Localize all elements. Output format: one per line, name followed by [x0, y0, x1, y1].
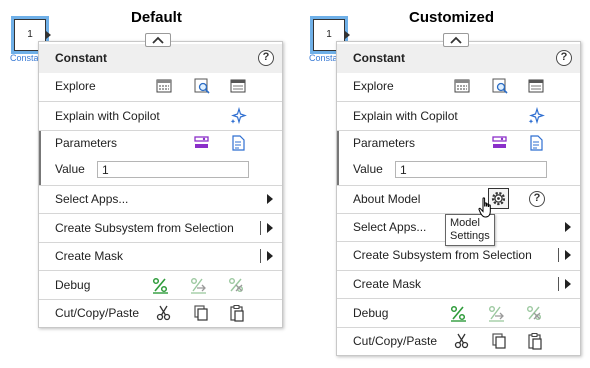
value-label: Value: [353, 162, 383, 176]
create-mask-label: Create Mask: [353, 277, 422, 291]
tooltip-line-2: Settings: [450, 230, 490, 242]
collapse-chevron-up-icon: [152, 36, 164, 44]
cut-copy-paste-row: Cut/Copy/Paste: [337, 327, 580, 356]
copilot-sparkle-icon[interactable]: [527, 107, 545, 125]
block-output-port: [345, 31, 350, 39]
help-icon[interactable]: ?: [529, 191, 545, 207]
copilot-sparkle-icon[interactable]: [229, 107, 247, 125]
block-explorer-icon[interactable]: [453, 77, 471, 95]
about-model-row: About Model ?: [337, 185, 580, 214]
explore-label: Explore: [353, 79, 394, 93]
collapse-button[interactable]: [443, 33, 469, 47]
explain-copilot-row[interactable]: Explain with Copilot: [39, 102, 282, 131]
scissors-icon[interactable]: [453, 332, 471, 350]
debug-row: Debug: [39, 271, 282, 300]
create-subsystem-label: Create Subsystem from Selection: [353, 248, 532, 262]
submenu-arrow-icon: [565, 222, 571, 232]
submenu-arrow-icon: [267, 194, 273, 204]
zoom-icon[interactable]: [193, 77, 211, 95]
block-explorer-icon[interactable]: [155, 77, 173, 95]
parameters-label: Parameters: [55, 136, 118, 150]
debug-label: Debug: [55, 278, 91, 292]
split-divider: [260, 221, 261, 235]
cut-copy-paste-label: Cut/Copy/Paste: [55, 306, 140, 320]
zoom-icon[interactable]: [491, 77, 509, 95]
debug-clear-icon[interactable]: [525, 304, 543, 322]
create-mask-row[interactable]: Create Mask: [337, 270, 580, 299]
debug-clear-icon[interactable]: [227, 276, 245, 294]
parameters-row: Parameters: [337, 129, 580, 158]
select-apps-label: Select Apps...: [55, 192, 129, 206]
block-value: 1: [27, 29, 33, 40]
document-icon[interactable]: [229, 134, 247, 152]
debug-step-icon[interactable]: [487, 304, 505, 322]
menu-title: Constant: [353, 51, 405, 65]
block-output-port: [46, 31, 51, 39]
submenu-arrow-icon[interactable]: [565, 250, 571, 260]
split-divider: [558, 248, 559, 262]
hand-cursor-icon: [478, 197, 494, 219]
customized-context-menu: Constant ? Explore Explain with Copilot …: [336, 41, 581, 356]
cut-copy-paste-label: Cut/Copy/Paste: [353, 334, 438, 348]
parameters-icon[interactable]: [193, 134, 211, 152]
default-heading: Default: [131, 9, 182, 26]
submenu-arrow-icon[interactable]: [565, 279, 571, 289]
scissors-icon[interactable]: [155, 304, 173, 322]
parameters-label: Parameters: [353, 136, 416, 150]
help-icon[interactable]: ?: [258, 50, 274, 66]
split-divider: [558, 277, 559, 291]
submenu-arrow-icon[interactable]: [267, 251, 273, 261]
menu-header: Constant ?: [39, 44, 282, 73]
value-row: Value 1: [39, 155, 282, 184]
menu-title: Constant: [55, 51, 107, 65]
explore-row: Explore: [337, 72, 580, 101]
explain-copilot-label: Explain with Copilot: [353, 109, 458, 123]
document-icon[interactable]: [527, 134, 545, 152]
value-field[interactable]: 1: [395, 161, 547, 178]
explain-copilot-row[interactable]: Explain with Copilot: [337, 102, 580, 131]
default-context-menu: Constant ? Explore Explain with Copilot …: [38, 41, 283, 328]
parameters-icon[interactable]: [491, 134, 509, 152]
copy-icon[interactable]: [490, 332, 508, 350]
split-divider: [260, 249, 261, 263]
submenu-arrow-icon[interactable]: [267, 223, 273, 233]
debug-percent-icon[interactable]: [449, 304, 467, 322]
value-row: Value 1: [337, 155, 580, 184]
debug-percent-icon[interactable]: [151, 276, 169, 294]
create-mask-label: Create Mask: [55, 249, 124, 263]
paste-icon[interactable]: [526, 332, 544, 350]
collapse-button[interactable]: [145, 33, 171, 47]
help-icon[interactable]: ?: [556, 50, 572, 66]
value-field[interactable]: 1: [97, 161, 249, 178]
debug-step-icon[interactable]: [189, 276, 207, 294]
model-browser-icon[interactable]: [229, 77, 247, 95]
copy-icon[interactable]: [192, 304, 210, 322]
create-subsystem-row[interactable]: Create Subsystem from Selection: [39, 214, 282, 243]
explore-label: Explore: [55, 79, 96, 93]
customized-heading: Customized: [409, 9, 495, 26]
menu-header: Constant ?: [337, 44, 580, 73]
block-value: 1: [326, 29, 332, 40]
about-model-label: About Model: [353, 192, 421, 206]
explain-copilot-label: Explain with Copilot: [55, 109, 160, 123]
create-mask-row[interactable]: Create Mask: [39, 242, 282, 271]
create-subsystem-label: Create Subsystem from Selection: [55, 221, 234, 235]
value-label: Value: [55, 162, 85, 176]
debug-label: Debug: [353, 306, 389, 320]
collapse-chevron-up-icon: [450, 36, 462, 44]
parameters-row: Parameters: [39, 129, 282, 158]
debug-row: Debug: [337, 299, 580, 328]
select-apps-label: Select Apps...: [353, 220, 427, 234]
cut-copy-paste-row: Cut/Copy/Paste: [39, 299, 282, 328]
select-apps-row[interactable]: Select Apps...: [39, 185, 282, 214]
explore-row: Explore: [39, 72, 282, 101]
paste-icon[interactable]: [228, 304, 246, 322]
model-browser-icon[interactable]: [527, 77, 545, 95]
